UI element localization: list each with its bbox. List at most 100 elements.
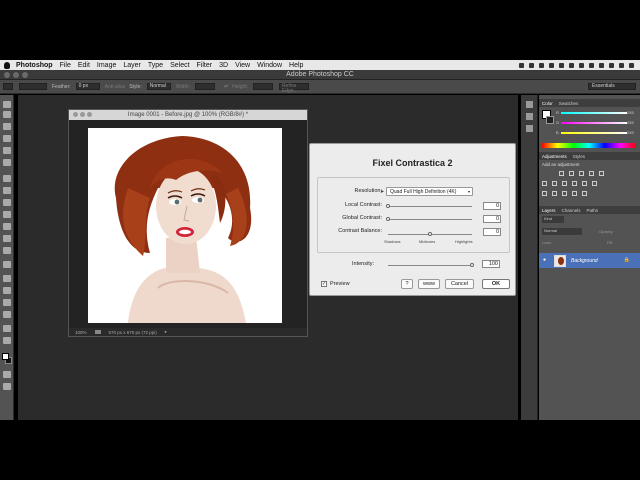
intensity-input[interactable]: 100 xyxy=(482,260,500,268)
history-icon[interactable] xyxy=(526,101,533,108)
status-icon[interactable] xyxy=(529,62,534,68)
battery-icon[interactable] xyxy=(609,62,614,68)
exposure-icon[interactable] xyxy=(589,171,594,176)
blur-tool-icon[interactable] xyxy=(3,247,11,254)
volume-icon[interactable] xyxy=(599,62,604,68)
tab-swatches[interactable]: Swatches xyxy=(559,101,579,106)
layer-name[interactable]: Background xyxy=(571,258,598,264)
lasso-tool-icon[interactable] xyxy=(3,123,11,130)
brightness-icon[interactable] xyxy=(559,171,564,176)
menu-select[interactable]: Select xyxy=(170,62,189,69)
tab-layers[interactable]: Layers xyxy=(542,208,556,213)
close-document-button[interactable] xyxy=(73,112,78,117)
vibrance-icon[interactable] xyxy=(599,171,604,176)
global-contrast-slider[interactable] xyxy=(388,219,472,220)
foreground-color-swatch[interactable] xyxy=(2,353,9,360)
screen-mode-icon[interactable] xyxy=(3,383,11,390)
menu-view[interactable]: View xyxy=(235,62,250,69)
minimize-window-button[interactable] xyxy=(13,72,19,78)
color-spectrum[interactable] xyxy=(542,143,636,148)
menu-window[interactable]: Window xyxy=(257,62,282,69)
document-title-bar[interactable]: Image 0001 - Before.jpg @ 100% (RGB/8#) … xyxy=(69,110,307,120)
gradient-map-icon[interactable] xyxy=(582,191,587,196)
crop-tool-icon[interactable] xyxy=(3,147,11,154)
eyedropper-tool-icon[interactable] xyxy=(3,159,11,166)
ok-button[interactable]: OK xyxy=(482,279,510,289)
selection-mode-buttons[interactable] xyxy=(19,83,47,90)
menu-3d[interactable]: 3D xyxy=(219,62,228,69)
search-icon[interactable] xyxy=(619,62,624,68)
contrast-balance-input[interactable]: 0 xyxy=(483,228,501,236)
threshold-icon[interactable] xyxy=(562,191,567,196)
feather-input[interactable]: 0 px xyxy=(75,83,100,90)
posterize-icon[interactable] xyxy=(552,191,557,196)
minimize-document-button[interactable] xyxy=(80,112,85,117)
eraser-tool-icon[interactable] xyxy=(3,223,11,230)
width-input[interactable] xyxy=(194,83,215,90)
gradient-tool-icon[interactable] xyxy=(3,235,11,242)
clone-stamp-tool-icon[interactable] xyxy=(3,199,11,206)
style-select[interactable]: Normal xyxy=(146,83,171,90)
close-window-button[interactable] xyxy=(4,72,10,78)
path-select-tool-icon[interactable] xyxy=(3,299,11,306)
swap-icon[interactable]: ⇄ xyxy=(224,84,228,90)
info-icon[interactable] xyxy=(526,125,533,132)
color-lookup-icon[interactable] xyxy=(592,181,597,186)
menu-image[interactable]: Image xyxy=(97,62,116,69)
antialias-checkbox[interactable]: Anti-alias xyxy=(105,84,126,90)
resolution-select[interactable]: Quad Full High Definition (4K) ▾ xyxy=(386,187,473,196)
marquee-tool-icon[interactable] xyxy=(3,111,11,118)
tab-channels[interactable]: Channels xyxy=(562,208,581,213)
red-channel-value[interactable]: 255 xyxy=(627,110,634,115)
menu-type[interactable]: Type xyxy=(148,62,163,69)
status-icon[interactable] xyxy=(94,330,101,334)
contrast-balance-slider-thumb[interactable] xyxy=(428,232,432,236)
zoom-window-button[interactable] xyxy=(22,72,28,78)
hand-tool-icon[interactable] xyxy=(3,325,11,332)
marquee-tool-icon[interactable] xyxy=(3,83,13,90)
local-contrast-input[interactable]: 0 xyxy=(483,202,501,210)
zoom-tool-icon[interactable] xyxy=(3,337,11,344)
brush-tool-icon[interactable] xyxy=(3,187,11,194)
red-channel-slider[interactable] xyxy=(561,112,627,114)
status-menu-arrow-icon[interactable]: ▸ xyxy=(165,329,167,335)
curves-icon[interactable] xyxy=(579,171,584,176)
blue-channel-value[interactable]: 255 xyxy=(627,130,634,135)
preview-checkbox[interactable]: ✓ xyxy=(321,281,327,287)
quick-select-tool-icon[interactable] xyxy=(3,135,11,142)
menu-file[interactable]: File xyxy=(60,62,71,69)
refine-edge-button[interactable]: Refine Edge... xyxy=(278,83,309,94)
selective-color-icon[interactable] xyxy=(572,191,577,196)
hue-saturation-icon[interactable] xyxy=(542,181,547,186)
global-contrast-input[interactable]: 0 xyxy=(483,215,501,223)
color-balance-icon[interactable] xyxy=(552,181,557,186)
workspace-select[interactable]: Essentials xyxy=(588,83,636,90)
image-canvas[interactable] xyxy=(88,128,282,323)
black-white-icon[interactable] xyxy=(562,181,567,186)
menu-help[interactable]: Help xyxy=(289,62,303,69)
menu-app[interactable]: Photoshop xyxy=(16,62,53,69)
blend-mode-select[interactable]: Normal xyxy=(542,228,582,235)
local-contrast-slider[interactable] xyxy=(388,206,472,207)
invert-icon[interactable] xyxy=(542,191,547,196)
intensity-slider[interactable] xyxy=(388,265,472,266)
intensity-slider-thumb[interactable] xyxy=(470,263,474,267)
status-icon[interactable] xyxy=(569,62,574,68)
green-channel-value[interactable]: 255 xyxy=(627,120,634,125)
status-icon[interactable] xyxy=(519,62,524,68)
tab-paths[interactable]: Paths xyxy=(587,208,599,213)
global-contrast-slider-thumb[interactable] xyxy=(386,217,390,221)
wifi-icon[interactable] xyxy=(589,62,594,68)
shape-tool-icon[interactable] xyxy=(3,311,11,318)
status-icon[interactable] xyxy=(549,62,554,68)
list-icon[interactable] xyxy=(629,62,634,68)
tab-adjustments[interactable]: Adjustments xyxy=(542,154,567,159)
website-button[interactable]: www xyxy=(418,279,440,289)
layer-row[interactable]: ● Background 🔒 xyxy=(539,253,640,268)
status-icon[interactable] xyxy=(559,62,564,68)
status-icon[interactable] xyxy=(539,62,544,68)
menu-layer[interactable]: Layer xyxy=(123,62,141,69)
cancel-button[interactable]: Cancel xyxy=(445,279,474,289)
history-brush-tool-icon[interactable] xyxy=(3,211,11,218)
zoom-level[interactable]: 100% xyxy=(75,330,87,335)
